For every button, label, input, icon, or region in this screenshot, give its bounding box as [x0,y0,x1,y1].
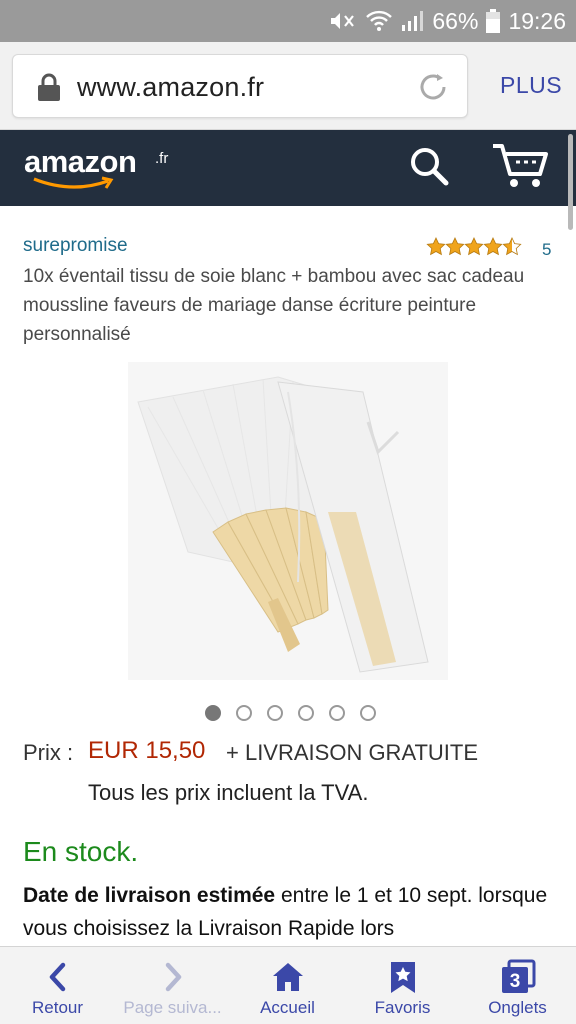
forward-arrow-icon [165,962,181,992]
forward-button[interactable]: Page suiva... [115,947,230,1024]
tab-count: 3 [509,971,520,992]
back-button[interactable]: Retour [0,947,115,1024]
price-value: EUR 15,50 [88,737,206,764]
home-button[interactable]: Accueil [230,947,345,1024]
clock: 19:26 [508,7,566,34]
browser-bottom-nav: Retour Page suiva... Accueil Favoris 3 O… [0,946,576,1024]
amazon-logo[interactable]: amazon .fr [24,144,184,192]
tabs-label: Onglets [488,998,547,1017]
stock-status: En stock. [23,836,139,867]
home-icon [272,963,303,991]
carousel-dot[interactable] [329,705,345,721]
home-label: Accueil [260,998,315,1017]
delivery-estimate-heading: Date de livraison estimée [23,884,276,907]
address-bar[interactable]: www.amazon.fr [12,54,468,118]
search-icon[interactable] [407,144,451,188]
carousel-dot[interactable] [298,705,314,721]
mute-icon [328,10,358,32]
product-image[interactable] [128,362,448,680]
battery-icon [486,9,501,33]
forward-label: Page suiva... [123,998,222,1017]
carousel-dot[interactable] [236,705,252,721]
battery-percent: 66% [432,7,479,34]
carousel-dot[interactable] [360,705,376,721]
amazon-logo-suffix: .fr [155,150,169,167]
vat-note: Tous les prix incluent la TVA. [88,780,369,805]
image-carousel-dots [205,705,376,721]
review-count-link[interactable]: 5 [542,240,551,260]
tabs-button[interactable]: 3 Onglets [460,947,575,1024]
free-shipping-label: + LIVRAISON GRATUITE [226,740,479,765]
carousel-dot[interactable] [205,705,221,721]
back-label: Retour [31,998,84,1017]
bookmark-star-icon [390,962,415,993]
wifi-icon [366,10,393,32]
browser-toolbar: www.amazon.fr PLUS [0,42,576,130]
signal-icon [400,10,424,32]
amazon-smile-icon [33,176,114,189]
silk-fan-illustration [128,362,448,680]
cart-icon[interactable] [490,140,552,190]
delivery-estimate: Date de livraison estimée entre le 1 et … [23,879,553,945]
product-title: 10x éventail tissu de soie blanc + bambo… [23,266,525,345]
star-rating[interactable] [426,237,524,257]
plus-menu-button[interactable]: PLUS [500,72,562,99]
lock-icon [37,73,61,101]
tabs-icon: 3 [501,959,535,993]
url-text: www.amazon.fr [77,72,265,102]
bookmarks-label: Favoris [374,998,431,1017]
page-scrollbar[interactable] [568,134,573,230]
back-arrow-icon [49,962,65,992]
status-bar: 66% 19:26 [0,0,576,42]
price-label: Prix : [23,740,74,765]
reload-icon[interactable] [415,69,451,105]
bookmarks-button[interactable]: Favoris [345,947,460,1024]
seller-link[interactable]: surepromise [23,235,128,257]
amazon-logo-text: amazon [24,144,137,179]
carousel-dot[interactable] [267,705,283,721]
